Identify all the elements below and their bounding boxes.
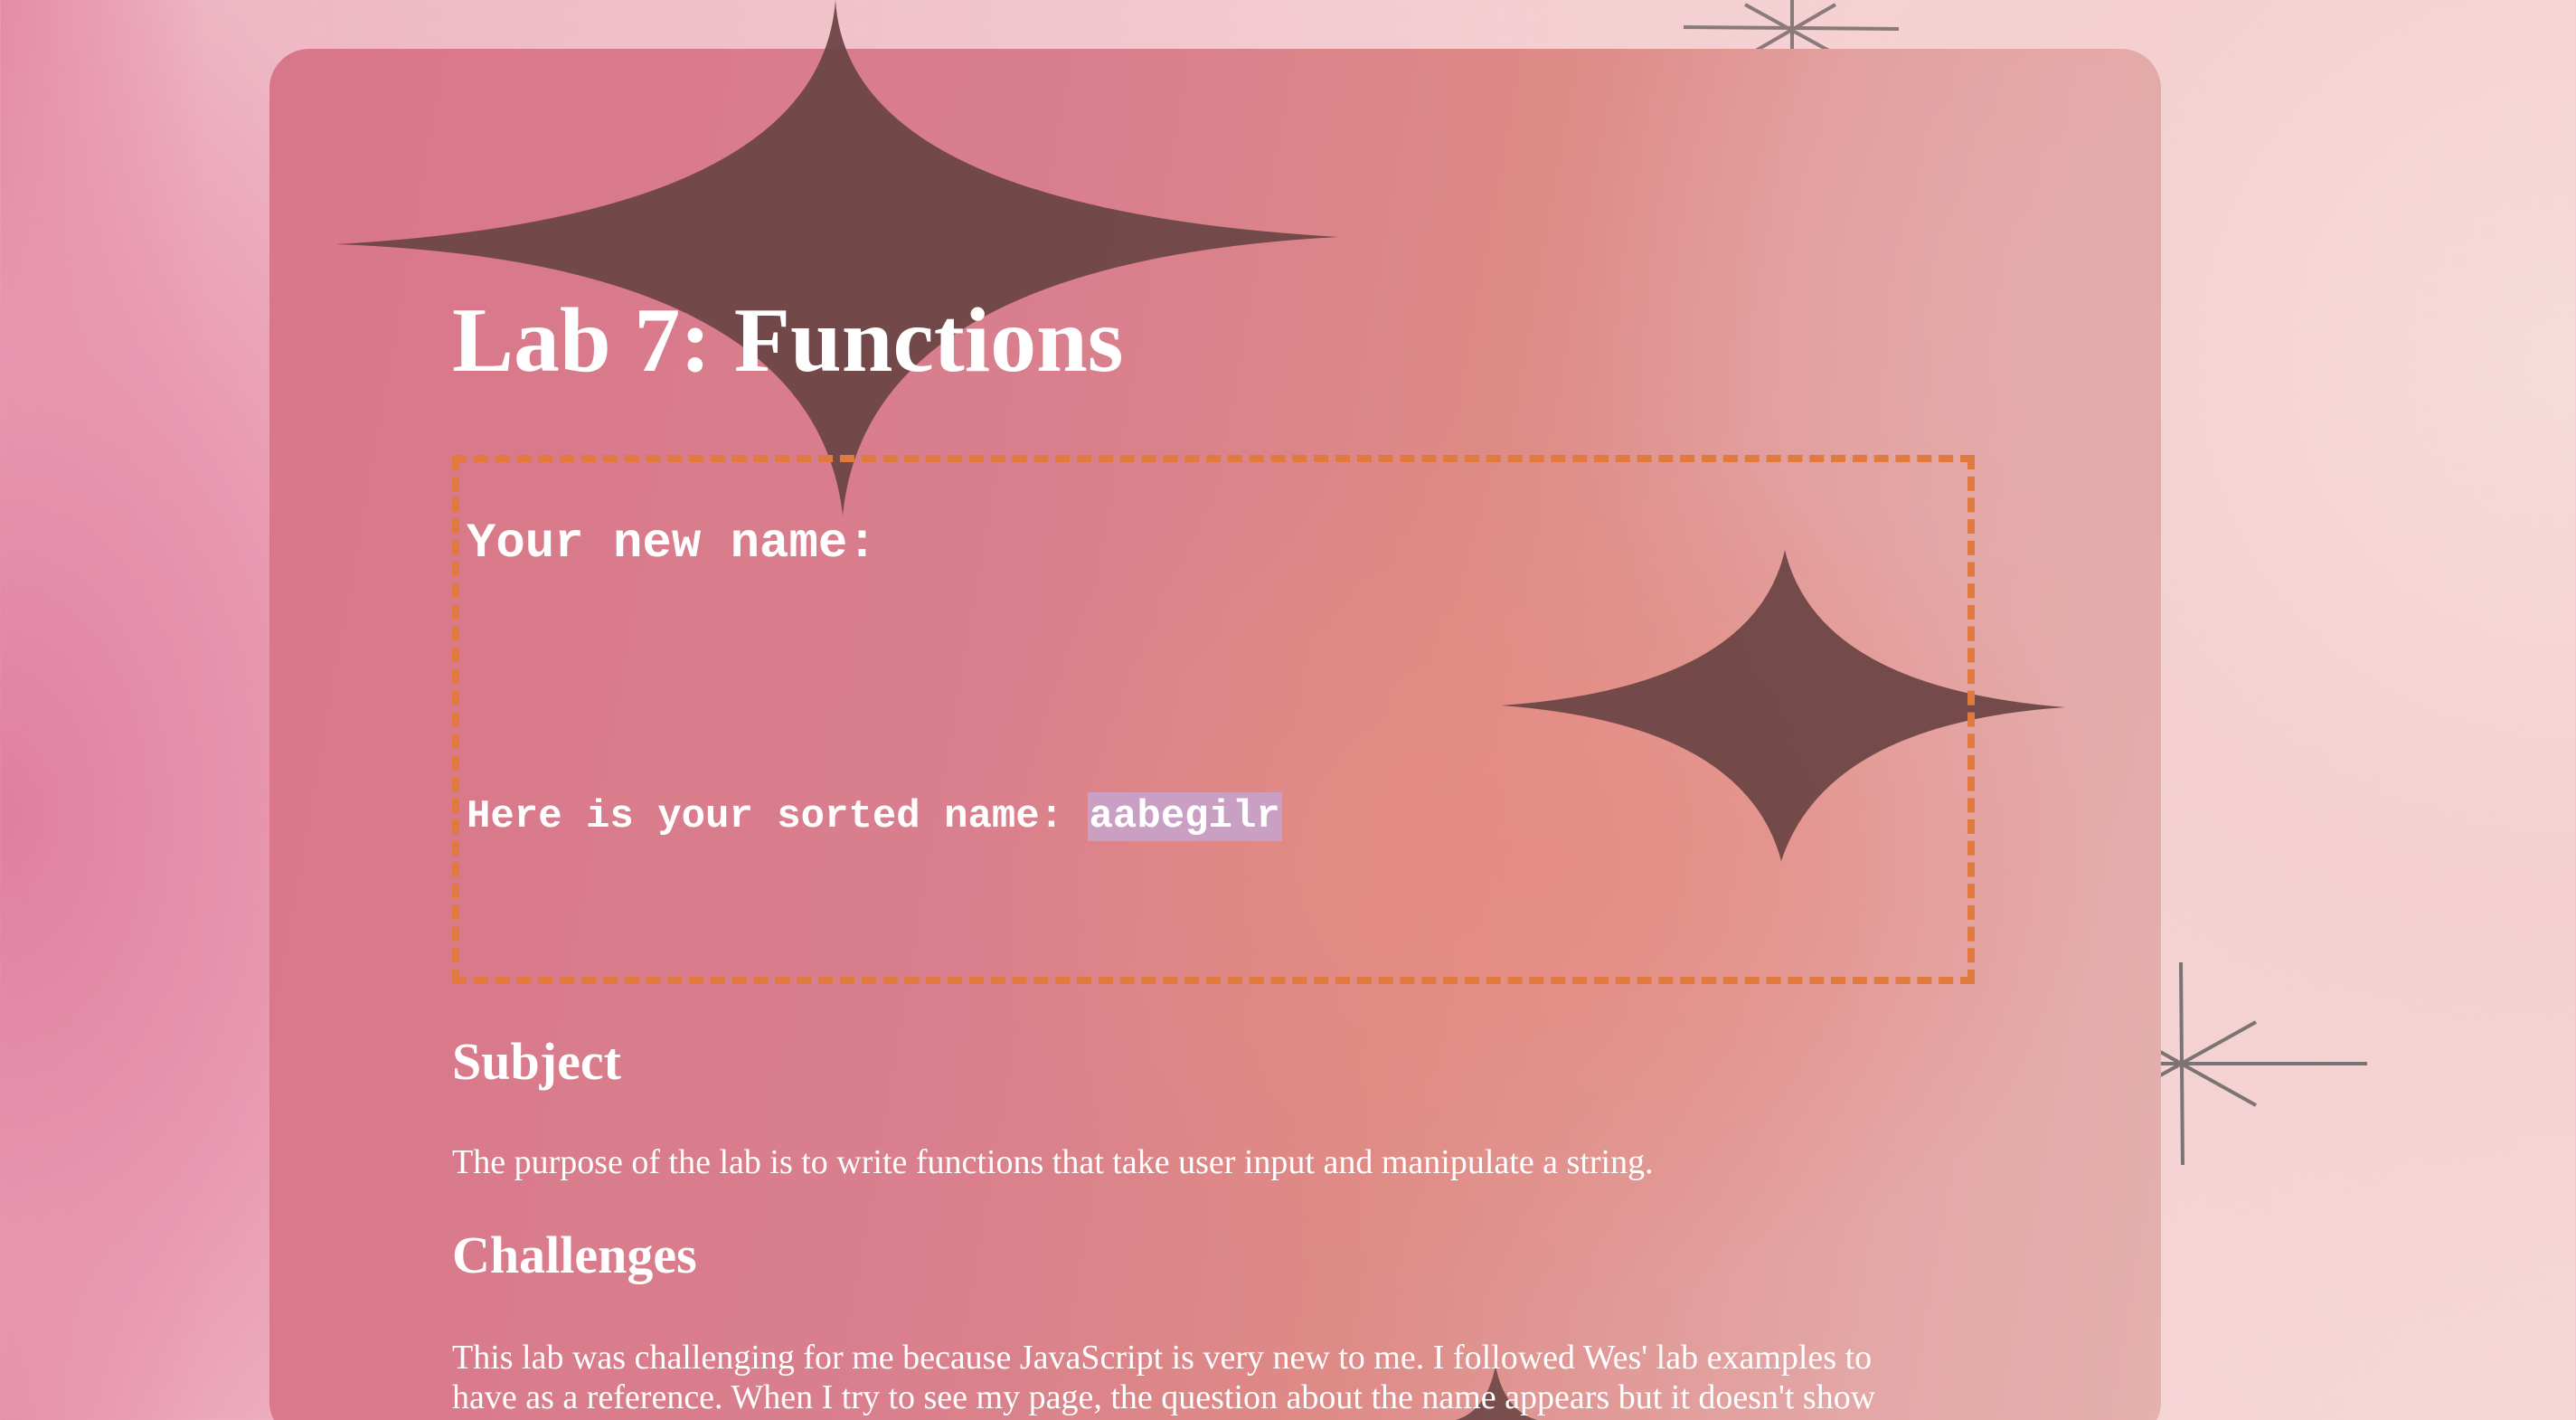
sorted-name-value: aabegilr xyxy=(1087,792,1282,841)
challenges-text-line-2: have as a reference. When I try to see m… xyxy=(452,1378,1876,1416)
page-title: Lab 7: Functions xyxy=(452,289,1124,392)
name-result-box: Your new name: Here is your sorted name:… xyxy=(452,455,1975,984)
sorted-name-label: Here is your sorted name: xyxy=(467,794,1064,839)
challenges-heading: Challenges xyxy=(452,1226,697,1284)
subject-text: The purpose of the lab is to write funct… xyxy=(452,1143,1654,1181)
new-name-heading: Your new name: xyxy=(467,516,877,572)
challenges-text-line-1: This lab was challenging for me because … xyxy=(452,1339,1873,1377)
sorted-name-line: Here is your sorted name: aabegilr xyxy=(467,792,1282,841)
subject-heading: Subject xyxy=(452,1032,621,1091)
